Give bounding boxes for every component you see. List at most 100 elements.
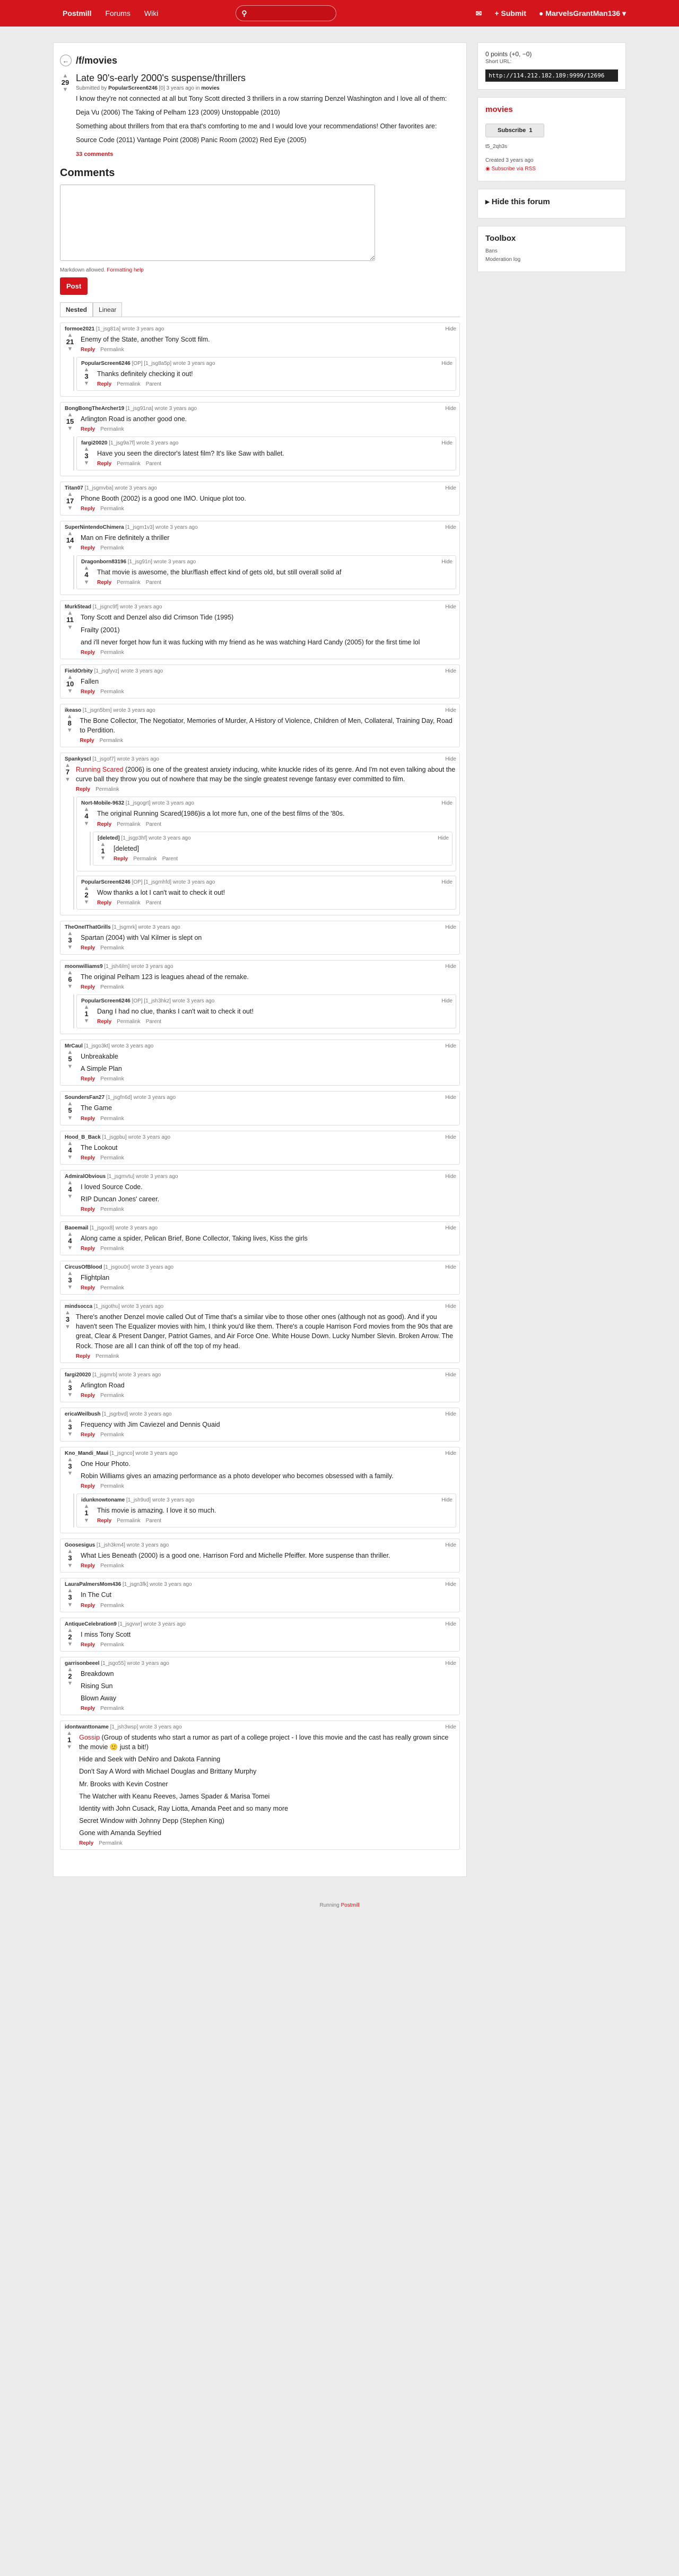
parent-link[interactable]: Parent <box>146 1019 161 1025</box>
comment-author[interactable]: Kno_Mandi_Maui <box>65 1451 108 1456</box>
reply-link[interactable]: Reply <box>81 945 95 951</box>
comment-author[interactable]: Murk5tead <box>65 604 91 610</box>
downvote-icon[interactable]: ▼ <box>81 460 92 466</box>
downvote-icon[interactable]: ▼ <box>65 1284 75 1290</box>
permalink-link[interactable]: Permalink <box>100 1642 124 1648</box>
comment-author[interactable]: fargi20020 <box>65 1372 91 1378</box>
comment-author[interactable]: moonwilliams9 <box>65 964 103 970</box>
post-author[interactable]: PopularScreen6246 <box>108 85 158 91</box>
permalink-link[interactable]: Permalink <box>100 984 124 990</box>
comment-author[interactable]: FieldOrbity <box>65 668 93 674</box>
wiki-link[interactable]: Wiki <box>144 9 158 18</box>
hide-forum-box[interactable]: ▸ Hide this forum <box>477 189 626 219</box>
hide-comment-button[interactable]: Hide <box>441 559 452 565</box>
reply-link[interactable]: Reply <box>97 461 111 467</box>
reply-link[interactable]: Reply <box>81 1642 95 1648</box>
comment-author[interactable]: mindsocca <box>65 1304 92 1309</box>
hide-comment-button[interactable]: Hide <box>445 1043 456 1049</box>
reply-link[interactable]: Reply <box>76 1354 90 1359</box>
downvote-icon[interactable]: ▼ <box>81 1517 92 1524</box>
post-forum-link[interactable]: movies <box>201 85 219 91</box>
comment-author[interactable]: Spankyscl <box>65 756 91 762</box>
reply-link[interactable]: Reply <box>81 347 95 353</box>
comment-author[interactable]: [deleted] <box>98 835 120 841</box>
permalink-link[interactable]: Permalink <box>117 1019 140 1025</box>
reply-link[interactable]: Reply <box>97 1019 111 1025</box>
hide-comment-button[interactable]: Hide <box>445 1304 456 1309</box>
permalink-link[interactable]: Permalink <box>117 822 140 827</box>
reply-link[interactable]: Reply <box>81 1246 95 1252</box>
hide-comment-button[interactable]: Hide <box>445 406 456 412</box>
permalink-link[interactable]: Permalink <box>100 1076 124 1082</box>
permalink-link[interactable]: Permalink <box>100 347 124 353</box>
comment-author[interactable]: CircusOfBlood <box>65 1264 102 1270</box>
parent-link[interactable]: Parent <box>146 461 161 467</box>
permalink-link[interactable]: Permalink <box>95 787 119 792</box>
comment-count-link[interactable]: 33 comments <box>76 151 113 158</box>
reply-link[interactable]: Reply <box>97 580 111 586</box>
downvote-icon[interactable]: ▼ <box>65 1470 75 1477</box>
permalink-link[interactable]: Permalink <box>100 1483 124 1489</box>
permalink-link[interactable]: Permalink <box>100 689 124 695</box>
downvote-icon[interactable]: ▼ <box>98 855 108 861</box>
comment-author[interactable]: PopularScreen6246 <box>81 879 130 885</box>
downvote-icon[interactable]: ▼ <box>81 380 92 387</box>
permalink-link[interactable]: Permalink <box>100 1603 124 1609</box>
permalink-link[interactable]: Permalink <box>117 461 140 467</box>
reply-link[interactable]: Reply <box>81 545 95 551</box>
comment-author[interactable]: Hood_B_Back <box>65 1134 101 1140</box>
forum-name[interactable]: /f/movies <box>76 55 117 66</box>
hide-comment-button[interactable]: Hide <box>441 998 452 1004</box>
reply-link[interactable]: Reply <box>81 1155 95 1161</box>
reply-link[interactable]: Reply <box>79 1840 93 1846</box>
hide-comment-button[interactable]: Hide <box>445 1134 456 1140</box>
comment-author[interactable]: AdmiralObvious <box>65 1174 106 1180</box>
hide-comment-button[interactable]: Hide <box>441 361 452 366</box>
downvote-icon[interactable]: ▼ <box>65 1431 75 1437</box>
forum-title[interactable]: movies <box>485 105 618 114</box>
post-title[interactable]: Late 90's-early 2000's suspense/thriller… <box>76 73 447 84</box>
reply-link[interactable]: Reply <box>81 1285 95 1291</box>
hide-comment-button[interactable]: Hide <box>441 1497 452 1503</box>
hide-comment-button[interactable]: Hide <box>445 1372 456 1378</box>
hide-comment-button[interactable]: Hide <box>445 708 456 713</box>
downvote-icon[interactable]: ▼ <box>65 505 75 511</box>
comment-author[interactable]: BongBongTheArcher19 <box>65 406 124 412</box>
hide-forum-toggle[interactable]: ▸ Hide this forum <box>485 197 618 206</box>
permalink-link[interactable]: Permalink <box>117 381 140 387</box>
comment-author[interactable]: SuperNintendoChimera <box>65 525 124 530</box>
permalink-link[interactable]: Permalink <box>100 945 124 951</box>
reply-link[interactable]: Reply <box>114 856 128 862</box>
hide-comment-button[interactable]: Hide <box>445 485 456 491</box>
reply-link[interactable]: Reply <box>81 506 95 512</box>
permalink-link[interactable]: Permalink <box>117 1518 140 1524</box>
comment-author[interactable]: PopularScreen6246 <box>81 998 130 1004</box>
hide-comment-button[interactable]: Hide <box>438 835 449 841</box>
parent-link[interactable]: Parent <box>146 822 161 827</box>
hide-comment-button[interactable]: Hide <box>445 964 456 970</box>
downvote-icon[interactable]: ▼ <box>60 86 71 93</box>
mail-icon[interactable]: ✉ <box>476 9 482 18</box>
permalink-link[interactable]: Permalink <box>117 900 140 906</box>
comment-author[interactable]: MrCaul <box>65 1043 83 1049</box>
comment-author[interactable]: PopularScreen6246 <box>81 361 130 366</box>
permalink-link[interactable]: Permalink <box>100 1246 124 1252</box>
permalink-link[interactable]: Permalink <box>100 506 124 512</box>
hide-comment-button[interactable]: Hide <box>445 1411 456 1417</box>
hide-comment-button[interactable]: Hide <box>445 1264 456 1270</box>
comment-author[interactable]: LauraPalmersMom436 <box>65 1582 121 1587</box>
reply-link[interactable]: Reply <box>97 1518 111 1524</box>
reply-link[interactable]: Reply <box>81 984 95 990</box>
comment-link[interactable]: Running Scared <box>76 766 124 773</box>
hide-comment-button[interactable]: Hide <box>445 924 456 930</box>
search-input[interactable]: ⚲ <box>236 5 337 21</box>
comment-author[interactable]: Dragonborn83196 <box>81 559 126 565</box>
downvote-icon[interactable]: ▼ <box>65 1744 74 1750</box>
downvote-icon[interactable]: ▼ <box>65 346 75 352</box>
comment-author[interactable]: Goosesigus <box>65 1542 95 1548</box>
permalink-link[interactable]: Permalink <box>100 650 124 656</box>
comment-author[interactable]: Titan07 <box>65 485 83 491</box>
downvote-icon[interactable]: ▼ <box>81 899 92 905</box>
post-button[interactable]: Post <box>60 277 88 295</box>
reply-link[interactable]: Reply <box>97 900 111 906</box>
